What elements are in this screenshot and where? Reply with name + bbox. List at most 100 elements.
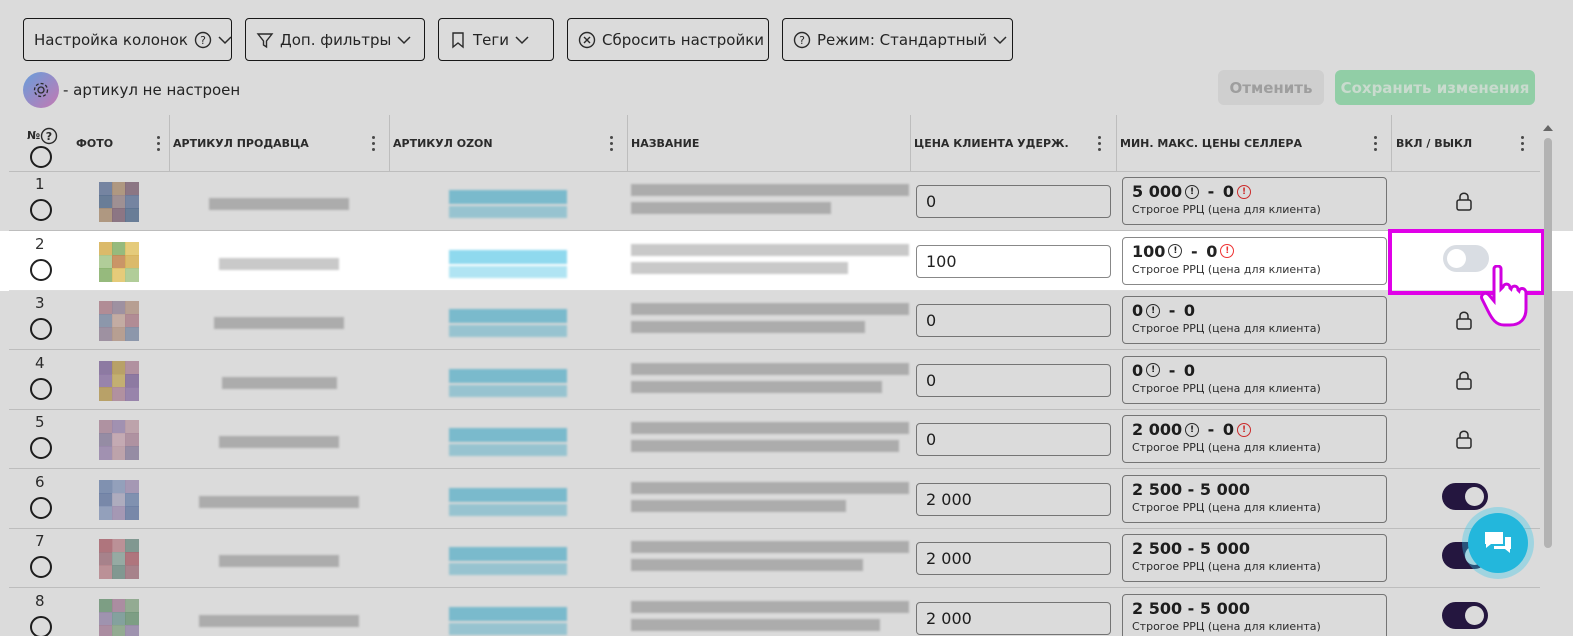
row-select-radio[interactable]	[30, 496, 52, 519]
column-menu-icon[interactable]	[1098, 136, 1102, 154]
svg-text:?: ?	[46, 130, 52, 143]
tags-label: Теги	[473, 30, 510, 49]
product-photo	[99, 479, 149, 525]
seller-sku-redacted	[221, 376, 337, 389]
column-menu-icon[interactable]	[1521, 136, 1525, 154]
vertical-scrollbar[interactable]	[1542, 118, 1554, 636]
ozon-sku-redacted[interactable]	[449, 190, 567, 204]
scroll-up-icon[interactable]	[1542, 123, 1554, 133]
info-icon: !	[1168, 244, 1183, 258]
ozon-sku-redacted[interactable]	[449, 547, 567, 561]
column-menu-icon[interactable]	[610, 136, 614, 154]
seller-price-range[interactable]: 2 000! - 0! Строгое РРЦ (цена для клиента…	[1122, 415, 1387, 463]
seller-price-range[interactable]: 0! - 0 Строгое РРЦ (цена для клиента)	[1122, 296, 1387, 344]
client-price-input[interactable]: 0	[916, 363, 1111, 397]
enable-toggle[interactable]	[1442, 482, 1488, 510]
seller-price-range[interactable]: 0! - 0 Строгое РРЦ (цена для клиента)	[1122, 355, 1387, 404]
client-price-input[interactable]: 2 000	[916, 542, 1111, 575]
row-number: 8	[35, 591, 45, 610]
seller-price-range[interactable]: 2 500 - 5 000 Строгое РРЦ (цена для клиен…	[1122, 593, 1387, 636]
row-select-radio[interactable]	[30, 377, 52, 400]
client-price-input[interactable]: 2 000	[916, 601, 1111, 635]
price-rule-note: Строгое РРЦ (цена для клиента)	[1132, 441, 1321, 454]
client-price-input[interactable]: 2 000	[916, 482, 1111, 516]
product-name-redacted	[631, 184, 909, 196]
products-table: № ? ФОТО АРТИКУЛ ПРОДАВЦА АРТИКУЛ OZON Н…	[9, 115, 1540, 636]
info-icon: !	[1185, 184, 1200, 199]
seller-price-range[interactable]: 2 500 - 5 000 Строгое РРЦ (цена для клиен…	[1122, 474, 1387, 523]
enable-toggle[interactable]	[1442, 601, 1488, 629]
seller-price-range[interactable]: 5 000! - 0! Строгое РРЦ (цена для клиента…	[1122, 177, 1387, 225]
price-rule-note: Строгое РРЦ (цена для клиента)	[1132, 381, 1321, 395]
table-row: 2 100 100! - 0! Строгое РРЦ (цена для клиен…	[9, 231, 1540, 291]
ozon-sku-redacted[interactable]	[449, 249, 567, 264]
col-toggle: ВКЛ / ВЫКЛ	[1396, 137, 1473, 150]
toolbar: Настройка колонок ? Доп. фильтры Теги Сб…	[23, 18, 1013, 61]
row-select-radio[interactable]	[30, 556, 52, 578]
svg-text:?: ?	[200, 34, 206, 47]
scroll-thumb[interactable]	[1544, 138, 1552, 548]
range-dash: -	[1163, 360, 1181, 380]
lock-icon	[1456, 371, 1472, 390]
col-photo: ФОТО	[76, 137, 114, 150]
extra-filters-button[interactable]: Доп. фильтры	[245, 18, 425, 61]
filter-icon	[256, 32, 274, 48]
seller-price-range[interactable]: 100! - 0! Строгое РРЦ (цена для клиента)	[1122, 236, 1387, 285]
ozon-sku-redacted[interactable]	[449, 368, 567, 383]
product-name-redacted	[631, 481, 909, 494]
help-icon[interactable]: ?	[40, 127, 58, 145]
column-menu-icon[interactable]	[1374, 136, 1378, 154]
seller-price-range[interactable]: 2 500 - 5 000 Строгое РРЦ (цена для клиен…	[1122, 534, 1387, 582]
save-changes-button[interactable]: Сохранить изменения	[1335, 70, 1535, 105]
extra-filters-label: Доп. фильтры	[280, 30, 392, 49]
product-name-redacted	[631, 541, 909, 553]
row-select-radio[interactable]	[30, 437, 52, 459]
product-photo	[99, 241, 149, 287]
reset-settings-button[interactable]: Сбросить настройки	[567, 18, 769, 61]
product-photo	[99, 539, 149, 584]
seller-sku-redacted	[209, 198, 349, 210]
price-rule-note: Строгое РРЦ (цена для клиента)	[1132, 322, 1321, 335]
row-select-radio[interactable]	[30, 615, 52, 636]
info-icon: !	[1146, 363, 1161, 377]
client-price-input[interactable]: 0	[916, 423, 1111, 456]
mode-label: Режим: Стандартный	[817, 30, 988, 49]
client-price-input[interactable]: 0	[916, 304, 1111, 337]
table-header: № ? ФОТО АРТИКУЛ ПРОДАВЦА АРТИКУЛ OZON Н…	[9, 115, 1540, 172]
select-all-radio[interactable]	[30, 146, 52, 168]
max-price-value: 0	[1222, 182, 1235, 201]
warning-icon: !	[1220, 244, 1235, 258]
price-rule-note: Строгое РРЦ (цена для клиента)	[1132, 560, 1321, 573]
reset-settings-label: Сбросить настройки	[602, 30, 765, 49]
chat-button[interactable]	[1462, 507, 1534, 579]
column-menu-icon[interactable]	[372, 136, 376, 154]
table-row: 5 0 2 000! - 0! Строгое РРЦ (цена для клиен…	[9, 410, 1540, 469]
column-menu-icon[interactable]	[157, 136, 161, 154]
row-select-radio[interactable]	[30, 318, 52, 340]
cancel-button[interactable]: Отменить	[1218, 70, 1324, 105]
info-icon: !	[1185, 422, 1200, 437]
seller-sku-redacted	[214, 317, 344, 329]
ozon-sku-redacted[interactable]	[449, 487, 567, 502]
row-select-radio[interactable]	[30, 258, 52, 281]
seller-sku-redacted	[199, 495, 359, 508]
client-price-input[interactable]: 100	[916, 244, 1111, 278]
max-price-value: 0	[1183, 360, 1196, 380]
mode-select[interactable]: ? Режим: Стандартный	[782, 18, 1013, 61]
client-price-input[interactable]: 0	[916, 185, 1111, 218]
ozon-sku-redacted[interactable]	[449, 606, 567, 621]
row-number: 6	[35, 472, 45, 491]
row-number: 7	[35, 532, 45, 550]
table-row: 7 2 000 2 500 - 5 000 Строгое РРЦ (цена для…	[9, 529, 1540, 588]
columns-settings-button[interactable]: Настройка колонок ?	[23, 18, 232, 61]
row-select-radio[interactable]	[30, 199, 52, 221]
range-dash: -	[1163, 301, 1181, 320]
seller-sku-redacted	[219, 436, 339, 448]
price-rule-note: Строгое РРЦ (цена для клиента)	[1132, 500, 1321, 514]
lock-icon	[1456, 192, 1472, 211]
ozon-sku-redacted[interactable]	[449, 428, 567, 442]
ozon-sku-redacted[interactable]	[449, 309, 567, 323]
row-number: 4	[35, 353, 45, 372]
tags-button[interactable]: Теги	[438, 18, 554, 61]
max-price-value: 0	[1222, 420, 1235, 439]
